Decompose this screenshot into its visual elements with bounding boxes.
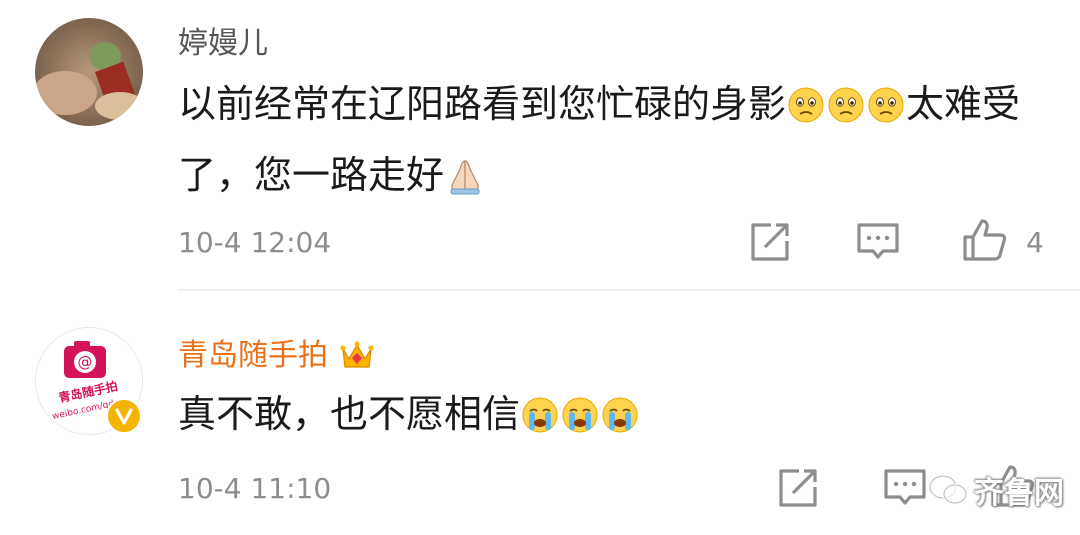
sad-face-emoji <box>827 79 865 143</box>
crying-face-emoji <box>521 389 559 453</box>
comment-time: 10-4 11:10 <box>178 472 332 505</box>
like-button[interactable] <box>962 217 1008 263</box>
repost-icon <box>779 469 817 507</box>
username[interactable]: 婷嫚儿 <box>178 18 268 62</box>
comment-text: 真不敢，也不愿相信 <box>178 382 1058 453</box>
wechat-icon <box>928 474 968 505</box>
verified-badge <box>106 398 142 434</box>
comment-button[interactable] <box>855 219 901 265</box>
svg-text:@: @ <box>78 353 93 371</box>
watermark: 齐鲁网 <box>928 470 1064 511</box>
like-count: 4 <box>1026 226 1044 259</box>
crying-face-emoji <box>561 389 599 453</box>
comment-button[interactable] <box>882 465 928 511</box>
comment-icon <box>857 223 899 259</box>
watermark-text: 齐鲁网 <box>974 476 1064 511</box>
avatar-photo <box>35 18 143 126</box>
avatar[interactable] <box>35 18 143 126</box>
comment-item: @ 青岛随手拍 weibo.com/qdssp 青岛随手拍 真不敢，也不愿相信 … <box>0 290 1080 535</box>
comment-text-part: 真不敢，也不愿相信 <box>178 392 521 436</box>
username[interactable]: 青岛随手拍 <box>178 330 374 379</box>
praying-hands-emoji <box>445 150 485 214</box>
sad-face-emoji <box>787 79 825 143</box>
sad-face-emoji <box>867 79 905 143</box>
comment-text-part: 以前经常在辽阳路看到您忙碌的身影 <box>178 82 787 126</box>
vip-crown-icon <box>340 339 374 379</box>
verified-v-icon <box>115 408 133 425</box>
crying-face-emoji <box>601 389 639 453</box>
comment-icon <box>884 469 926 505</box>
repost-button[interactable] <box>775 465 821 511</box>
thumbs-up-icon <box>963 219 1007 261</box>
repost-button[interactable] <box>747 219 793 265</box>
username-text: 青岛随手拍 <box>178 338 328 373</box>
comment-time: 10-4 12:04 <box>178 226 332 259</box>
repost-icon <box>751 223 789 261</box>
comment-text: 以前经常在辽阳路看到您忙碌的身影 太难受了，您一路走好 <box>178 72 1058 214</box>
comment-item: 婷嫚儿 以前经常在辽阳路看到您忙碌的身影 太难受了，您一路走好 10-4 12:0… <box>0 0 1080 290</box>
